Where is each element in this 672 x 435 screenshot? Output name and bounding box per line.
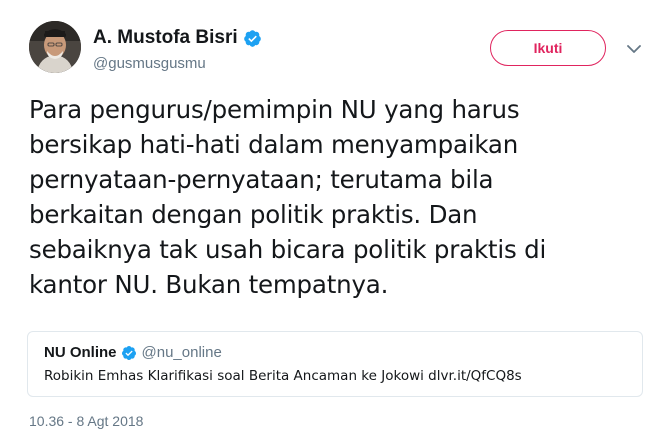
tweet-line: Para pengurus/pemimpin NU yang harus	[29, 95, 520, 124]
verified-badge-icon	[121, 345, 136, 360]
profile-photo	[29, 21, 81, 73]
tweet-line: bersikap hati-hati dalam menyampaikan	[29, 130, 519, 159]
verified-badge-icon	[243, 29, 261, 47]
follow-button[interactable]: Ikuti	[490, 30, 606, 66]
quoted-tweet[interactable]: NU Online @nu_online Robikin Emhas Klari…	[27, 331, 643, 397]
quoted-tweet-text: Robikin Emhas Klarifikasi soal Berita An…	[44, 368, 522, 384]
author-handle[interactable]: @gusmusgusmu	[93, 55, 206, 72]
tweet-line: berkaitan dengan politik praktis. Dan	[29, 200, 478, 229]
author-name-row[interactable]: A. Mustofa Bisri	[93, 27, 262, 49]
author-name[interactable]: A. Mustofa Bisri	[93, 27, 238, 49]
tweet-line: kantor NU. Bukan tempatnya.	[29, 270, 389, 299]
quoted-tweet-header: NU Online @nu_online	[44, 344, 222, 361]
tweet-line: pernyataan-pernyataan; terutama bila	[29, 165, 494, 194]
tweet-line: sebaiknya tak usah bicara politik prakti…	[29, 235, 547, 264]
tweet-timestamp[interactable]: 10.36 - 8 Agt 2018	[29, 413, 143, 429]
chevron-down-icon[interactable]	[625, 40, 643, 58]
quoted-author-name: NU Online	[44, 344, 117, 361]
avatar[interactable]	[29, 21, 81, 73]
quoted-author-handle: @nu_online	[141, 344, 222, 361]
tweet-text: Para pengurus/pemimpin NU yang harus ber…	[29, 92, 649, 302]
